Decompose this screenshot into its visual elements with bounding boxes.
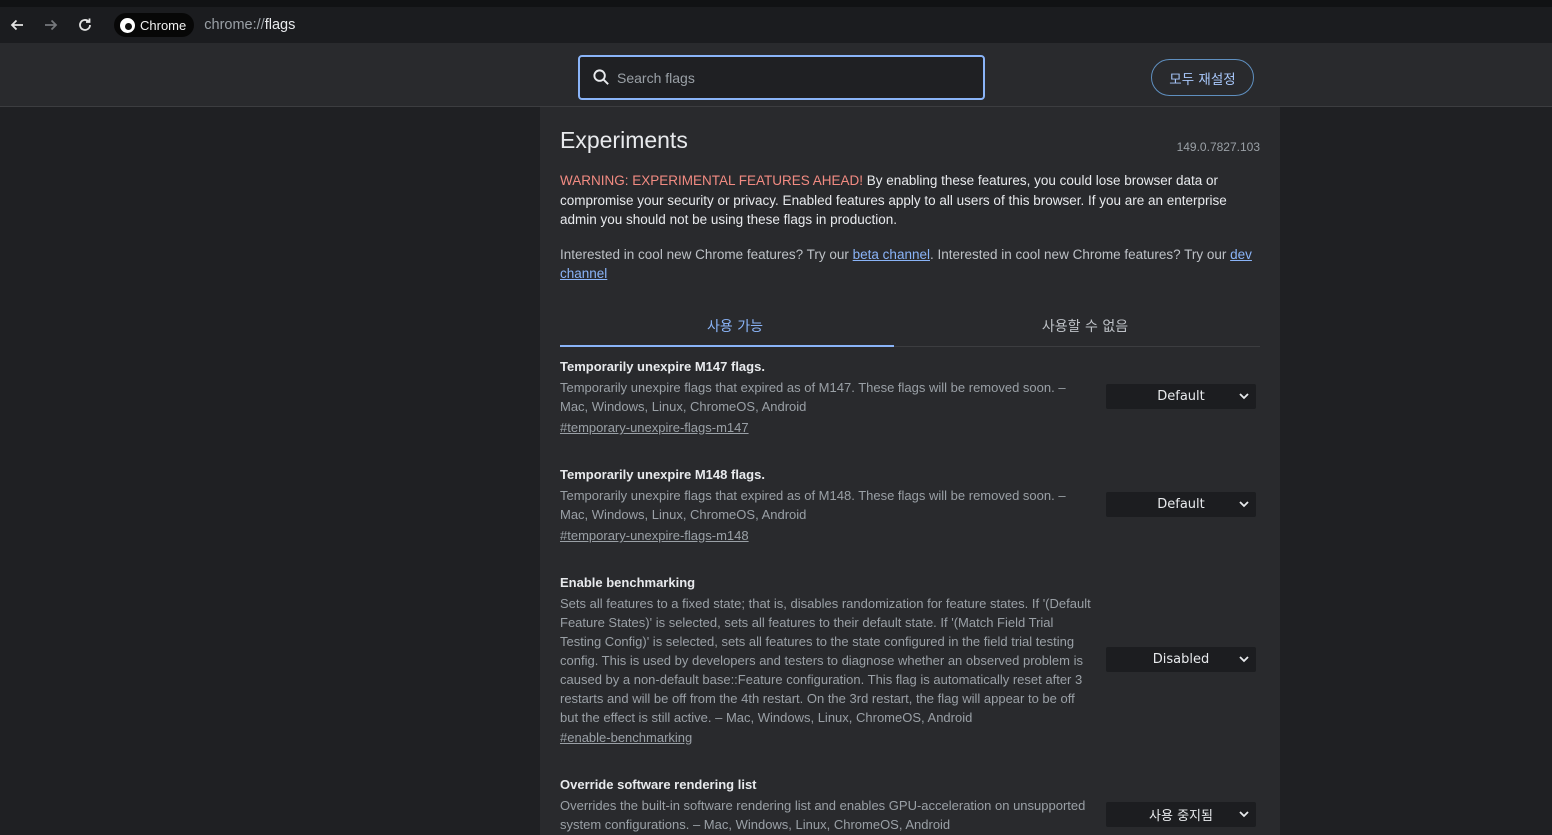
chevron-down-icon	[1239, 501, 1249, 508]
flag-item: Temporarily unexpire M148 flags. Tempora…	[560, 467, 1260, 543]
search-input[interactable]	[617, 69, 957, 86]
flag-anchor-link[interactable]: #temporary-unexpire-flags-m148	[560, 528, 749, 543]
flag-description: Sets all features to a fixed state; that…	[560, 596, 1091, 725]
flag-anchor-link[interactable]: #temporary-unexpire-flags-m147	[560, 420, 749, 435]
search-box[interactable]	[578, 55, 985, 100]
active-tab-indicator	[560, 344, 894, 347]
arrow-left-icon	[10, 19, 23, 31]
tab-bar: 사용 가능 사용할 수 없음	[560, 310, 1260, 347]
tab-unavailable[interactable]: 사용할 수 없음	[910, 310, 1260, 346]
flag-name: Temporarily unexpire M147 flags.	[560, 359, 765, 374]
site-chip[interactable]: Chrome	[114, 13, 195, 37]
reload-button[interactable]	[68, 10, 102, 40]
flag-state-select[interactable]: 사용 중지됨	[1106, 802, 1256, 827]
warning-text: WARNING: EXPERIMENTAL FEATURES AHEAD! By…	[560, 171, 1260, 230]
flag-state-value: 사용 중지됨	[1149, 809, 1213, 824]
reset-all-button[interactable]: 모두 재설정	[1151, 59, 1254, 96]
search-icon	[593, 69, 609, 85]
flag-state-value: Disabled	[1152, 652, 1210, 667]
chevron-down-icon	[1239, 393, 1249, 400]
page-title: Experiments	[560, 127, 688, 153]
title-row: Experiments 149.0.7827.103	[560, 107, 1260, 159]
flag-description: Temporarily unexpire flags that expired …	[560, 488, 1066, 522]
back-button[interactable]	[0, 10, 34, 40]
flag-item: Enable benchmarking Sets all features to…	[560, 575, 1260, 745]
flag-name: Enable benchmarking	[560, 575, 696, 590]
browser-toolbar: Chrome chrome://flags	[0, 7, 1552, 43]
warning-prefix: WARNING: EXPERIMENTAL FEATURES AHEAD!	[560, 173, 864, 188]
flag-description: Overrides the built-in software renderin…	[560, 798, 1086, 832]
url-text[interactable]: chrome://flags	[204, 17, 295, 33]
flag-state-value: Default	[1157, 497, 1205, 512]
flags-header: 모두 재설정	[0, 43, 1552, 107]
chevron-down-icon	[1239, 811, 1249, 818]
reload-icon	[79, 18, 91, 31]
forward-button[interactable]	[34, 10, 68, 40]
flag-state-select[interactable]: Default	[1106, 384, 1256, 409]
flag-state-select[interactable]: Default	[1106, 492, 1256, 517]
flag-item: Temporarily unexpire M147 flags. Tempora…	[560, 359, 1260, 435]
channel-promo: Interested in cool new Chrome features? …	[560, 245, 1260, 284]
arrow-right-icon	[45, 19, 58, 31]
flag-anchor-link[interactable]: #enable-benchmarking	[560, 730, 692, 745]
flag-description: Temporarily unexpire flags that expired …	[560, 380, 1066, 414]
promo-text-2: . Interested in cool new Chrome features…	[929, 246, 1231, 262]
address-bar[interactable]: Chrome chrome://flags	[114, 10, 295, 40]
site-chip-label: Chrome	[140, 17, 187, 33]
flag-state-select[interactable]: Disabled	[1106, 647, 1256, 672]
flag-state-value: Default	[1157, 389, 1205, 404]
flag-item: Override software rendering list Overrid…	[560, 777, 1260, 832]
version-label: 149.0.7827.103	[1176, 140, 1260, 154]
chevron-down-icon	[1239, 656, 1249, 663]
promo-text-1: Interested in cool new Chrome features? …	[560, 246, 853, 262]
beta-channel-link[interactable]: beta channel	[853, 247, 930, 262]
flag-name: Temporarily unexpire M148 flags.	[560, 467, 765, 482]
flag-name: Override software rendering list	[560, 777, 757, 792]
chrome-logo-icon	[120, 17, 135, 33]
url-scheme: chrome://	[204, 17, 265, 33]
tab-available[interactable]: 사용 가능	[560, 310, 910, 346]
window-top-strip	[0, 0, 1552, 7]
url-path: flags	[264, 17, 296, 33]
